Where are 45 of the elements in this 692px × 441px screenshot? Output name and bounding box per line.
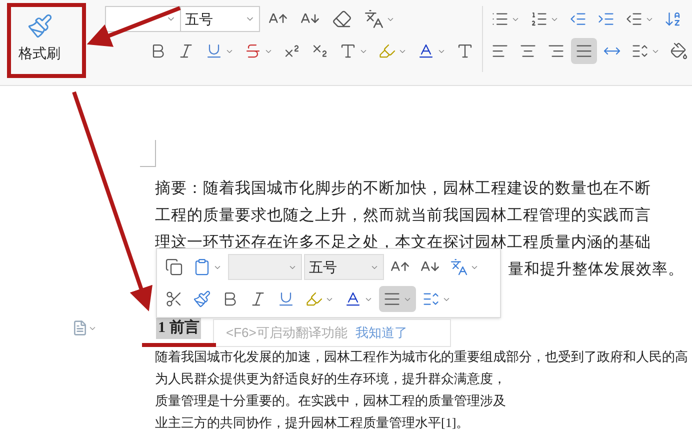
eraser-icon: [332, 9, 352, 29]
underline-icon: [205, 42, 224, 60]
toolbar-button[interactable]: [571, 38, 597, 64]
numbered-list-icon: [530, 10, 548, 28]
paragraph-line: 质量管理是十分重要的。在实践中，园林工程的质量管理涉及: [155, 392, 506, 410]
highlight-icon: [378, 42, 396, 60]
decrease-indent-icon: [569, 10, 587, 28]
font-color-icon: [344, 290, 362, 308]
line-spacing-icon: [422, 290, 440, 308]
copy-icon: [165, 258, 183, 276]
font-size-dropdown[interactable]: 五号: [180, 6, 260, 32]
align-left-icon: [491, 42, 509, 60]
paste-icon: [193, 258, 211, 276]
line-spacing-icon: [631, 42, 649, 60]
paragraph-line: 量和提升整体发展效率。: [508, 260, 684, 280]
page-corner-mark: [140, 140, 156, 167]
paragraph-line: 业主三方的共同协作，提升园林工程质量管理水平[1]。: [155, 414, 470, 432]
paragraph-line: 摘要：随着我国城市化脚步的不断加快，园林工程建设的数量也在不断: [155, 178, 651, 199]
cut-icon: [165, 290, 183, 308]
translate-icon: [450, 258, 468, 276]
shading-icon: [670, 42, 688, 60]
paragraph-line: 工程的质量要求也随之上升，然而就当前我国园林工程管理的实践而言: [155, 206, 651, 226]
bullet-list-icon: [491, 10, 509, 28]
font-color-icon: [417, 42, 436, 60]
sort-icon: [664, 10, 682, 28]
align-center-icon: [519, 42, 537, 60]
superscript-icon: [283, 42, 302, 60]
align-justify-icon: [383, 290, 401, 308]
subscript-icon: [311, 42, 330, 60]
underline-icon: [277, 290, 295, 308]
section-heading: 1 前言: [156, 316, 202, 340]
highlight-icon: [305, 290, 323, 308]
paragraph-line: 为人民群众提供更为舒适良好的生存环境，提升群众满意度，: [155, 370, 506, 388]
font-size-dropdown[interactable]: 五号: [304, 254, 384, 280]
increase-indent-icon: [597, 10, 615, 28]
paragraph-line: 随着我国城市化发展的加速，园林工程作为城市化的重要组成部分，也受到了政府和人民的高: [155, 348, 688, 366]
strikethrough-icon: [244, 42, 262, 60]
align-justify-icon: [575, 42, 593, 60]
text-effect-icon: [339, 42, 358, 60]
align-right-icon: [547, 42, 565, 60]
paintbrush-icon: [26, 12, 53, 38]
format-painter-icon: [193, 290, 211, 308]
tooltip-hint: <F6>可启动翻译功能: [226, 324, 348, 342]
format-painter-button[interactable]: 格式刷: [12, 6, 68, 70]
toolbar-button[interactable]: [379, 286, 416, 312]
